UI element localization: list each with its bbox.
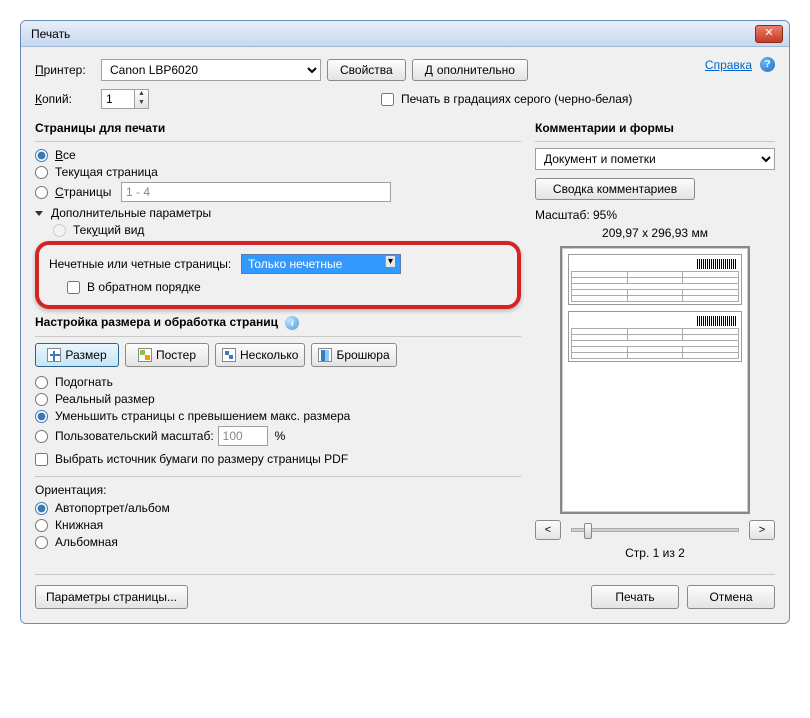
- page-slider[interactable]: [571, 528, 739, 532]
- info-icon[interactable]: i: [285, 316, 299, 330]
- more-params-toggle[interactable]: Дополнительные параметры: [35, 206, 521, 220]
- close-icon[interactable]: ✕: [755, 25, 783, 43]
- orient-landscape-radio[interactable]: Альбомная: [35, 535, 521, 549]
- actual-radio[interactable]: Реальный размер: [35, 392, 521, 406]
- page-setup-button[interactable]: Параметры страницы...: [35, 585, 188, 609]
- window-title: Печать: [27, 27, 755, 41]
- odd-even-label: Нечетные или четные страницы:: [49, 257, 237, 271]
- tab-multiple[interactable]: Несколько: [215, 343, 305, 367]
- cancel-button[interactable]: Отмена: [687, 585, 775, 609]
- page-indicator: Стр. 1 из 2: [535, 546, 775, 560]
- spin-up-icon[interactable]: ▲: [135, 90, 148, 99]
- help-icon[interactable]: ?: [760, 57, 775, 72]
- tab-poster[interactable]: Постер: [125, 343, 209, 367]
- poster-icon: [138, 348, 152, 362]
- printer-select[interactable]: Canon LBP6020: [101, 59, 321, 81]
- copies-label: Копий:: [35, 92, 95, 106]
- comments-section-title: Комментарии и формы: [535, 121, 775, 135]
- orientation-label: Ориентация:: [35, 483, 521, 497]
- slider-thumb-icon[interactable]: [584, 523, 592, 539]
- comments-summary-button[interactable]: Сводка комментариев: [535, 178, 695, 200]
- print-preview: [560, 246, 750, 514]
- print-button[interactable]: Печать: [591, 585, 679, 609]
- grayscale-checkbox[interactable]: Печать в градациях серого (черно-белая): [381, 92, 632, 106]
- orient-portrait-radio[interactable]: Книжная: [35, 518, 521, 532]
- prev-page-button[interactable]: <: [535, 520, 561, 540]
- tab-booklet[interactable]: Брошюра: [311, 343, 396, 367]
- pages-range-input[interactable]: [121, 182, 391, 202]
- size-icon: [47, 348, 61, 362]
- odd-even-select[interactable]: Только нечетные: [241, 254, 401, 274]
- current-view-radio[interactable]: Текущий вид: [35, 223, 521, 237]
- sizing-section-title: Настройка размера и обработка страниц i: [35, 315, 521, 330]
- properties-button[interactable]: Свойства: [327, 59, 406, 81]
- chevron-down-icon: [35, 211, 43, 216]
- reverse-order-checkbox[interactable]: В обратном порядке: [49, 280, 507, 294]
- multiple-icon: [222, 348, 236, 362]
- comments-mode-select[interactable]: Документ и пометки: [535, 148, 775, 170]
- titlebar: Печать ✕: [21, 21, 789, 47]
- advanced-button[interactable]: Дополнительно: [412, 59, 528, 81]
- booklet-icon: [318, 348, 332, 362]
- paper-source-checkbox[interactable]: Выбрать источник бумаги по размеру стран…: [35, 452, 521, 466]
- orient-auto-radio[interactable]: Автопортрет/альбом: [35, 501, 521, 515]
- copies-input[interactable]: [102, 90, 134, 108]
- help-link[interactable]: Справка: [705, 58, 752, 72]
- pages-all-radio[interactable]: Все: [35, 148, 521, 162]
- fit-radio[interactable]: Подогнать: [35, 375, 521, 389]
- pages-range-radio[interactable]: Страницы: [35, 182, 521, 202]
- custom-scale-input[interactable]: [218, 426, 268, 446]
- copies-spinner[interactable]: ▲▼: [101, 89, 149, 109]
- scale-label: Масштаб: 95%: [535, 208, 775, 222]
- custom-scale-radio[interactable]: Пользовательский масштаб: %: [35, 426, 521, 446]
- print-dialog: Печать ✕ Справка ? Принтер: Canon LBP602…: [20, 20, 790, 624]
- next-page-button[interactable]: >: [749, 520, 775, 540]
- tab-size[interactable]: Размер: [35, 343, 119, 367]
- pages-current-radio[interactable]: Текущая страница: [35, 165, 521, 179]
- printer-label: Принтер:: [35, 63, 95, 77]
- pages-section-title: Страницы для печати: [35, 121, 521, 135]
- spin-down-icon[interactable]: ▼: [135, 99, 148, 108]
- highlight-annotation: Нечетные или четные страницы: Только неч…: [35, 241, 521, 309]
- shrink-radio[interactable]: Уменьшить страницы с превышением макс. р…: [35, 409, 521, 423]
- dimensions-label: 209,97 x 296,93 мм: [535, 226, 775, 240]
